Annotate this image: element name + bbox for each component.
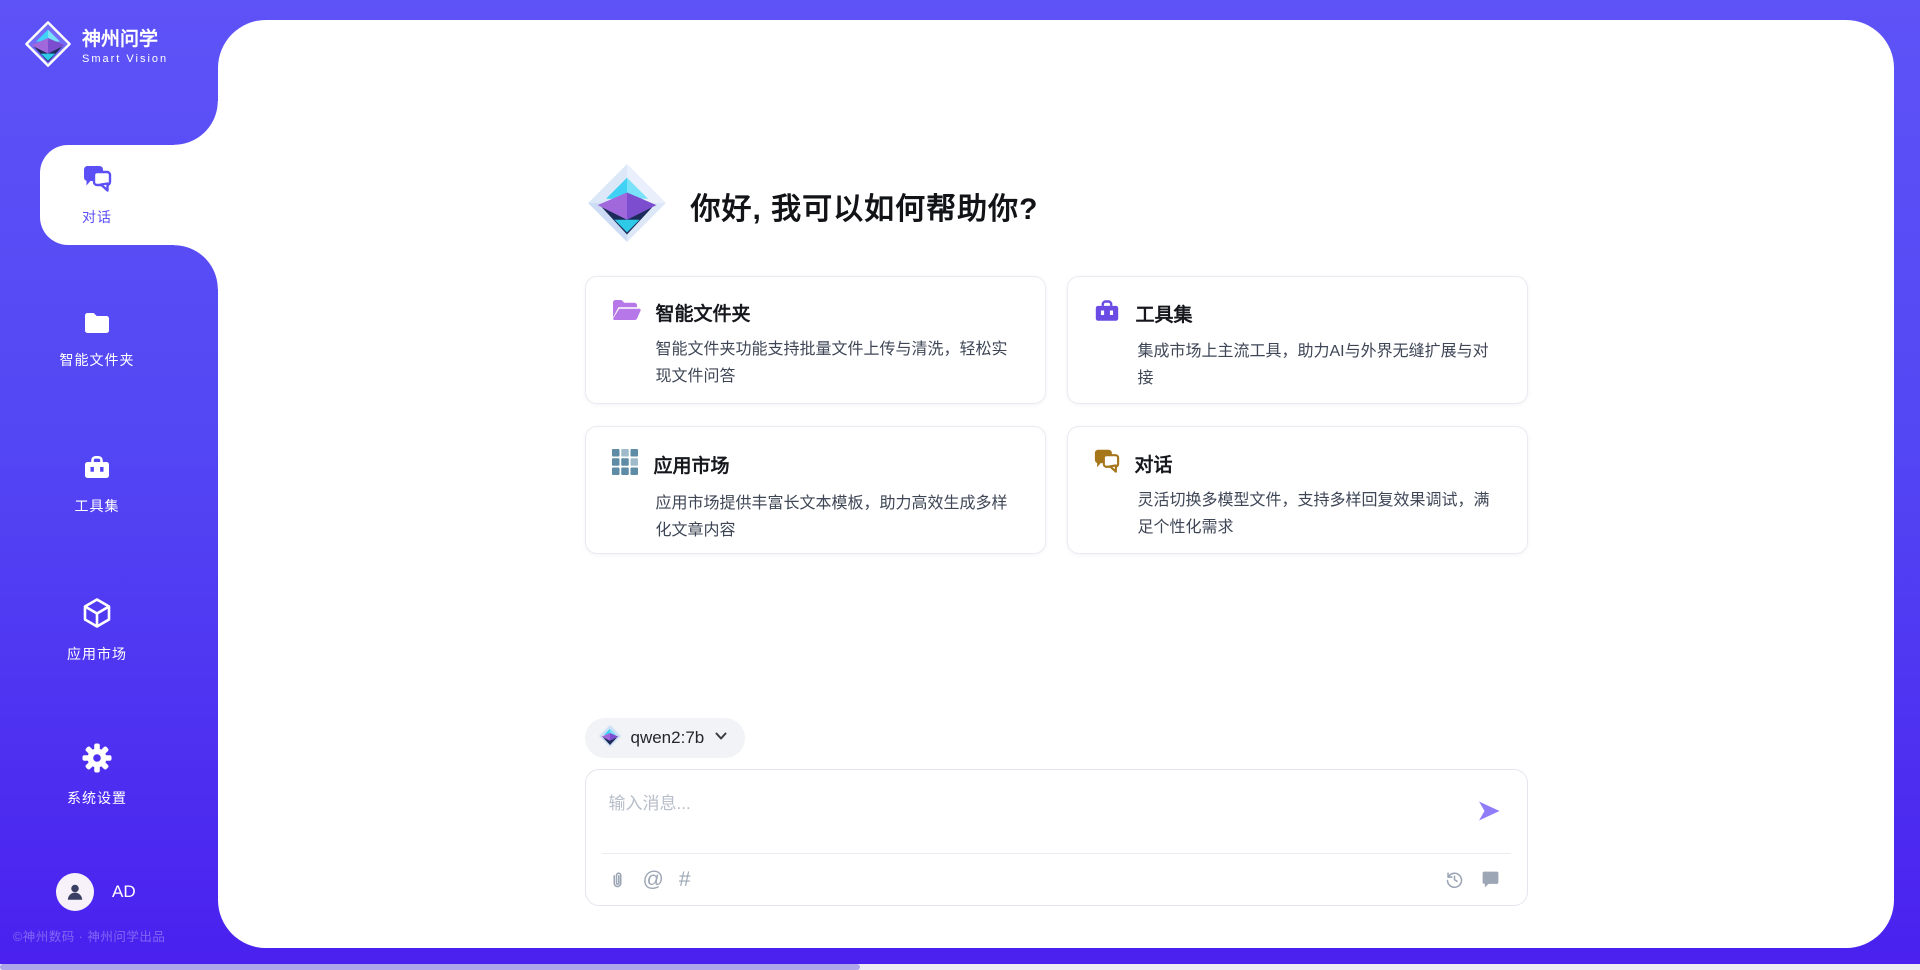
sidebar-item-smart-folder[interactable]: 智能文件夹 bbox=[0, 290, 218, 390]
hash-symbol: # bbox=[679, 869, 691, 890]
user-profile[interactable]: AD bbox=[56, 873, 136, 911]
history-button[interactable] bbox=[1444, 869, 1465, 890]
person-icon bbox=[64, 881, 86, 903]
card-title: 应用市场 bbox=[654, 451, 730, 478]
card-title: 对话 bbox=[1135, 450, 1173, 477]
feedback-button[interactable] bbox=[1480, 869, 1501, 890]
scrollbar-thumb[interactable] bbox=[0, 964, 860, 970]
sidebar-item-label: 应用市场 bbox=[67, 644, 127, 664]
composer-area: qwen2:7b bbox=[585, 718, 1528, 906]
feature-cards: 智能文件夹 智能文件夹功能支持批量文件上传与清洗，轻松实现文件问答 工具集 集成… bbox=[585, 276, 1528, 554]
logo-diamond-icon bbox=[585, 161, 669, 250]
toolbox-icon bbox=[1093, 298, 1121, 329]
greeting-title: 你好, 我可以如何帮助你? bbox=[691, 184, 1039, 228]
paperclip-icon bbox=[607, 869, 628, 891]
card-title: 工具集 bbox=[1136, 300, 1193, 327]
send-button[interactable] bbox=[1473, 795, 1505, 827]
sidebar-item-label: 智能文件夹 bbox=[60, 350, 135, 370]
mention-button[interactable]: @ bbox=[643, 869, 664, 890]
active-tab-background bbox=[40, 145, 218, 245]
brand-subtitle: Smart Vision bbox=[82, 53, 168, 65]
sidebar-footer: ©神州数码 · 神州问学出品 bbox=[13, 926, 223, 945]
main-panel: 你好, 我可以如何帮助你? 智能文件夹 智能文件夹功能支持批量文件上传与清洗，轻… bbox=[218, 20, 1894, 948]
model-name: qwen2:7b bbox=[631, 728, 705, 748]
card-chat[interactable]: 对话 灵活切换多模型文件，支持多样回复效果调试，满足个性化需求 bbox=[1067, 426, 1528, 554]
brand-name: 神州问学 bbox=[82, 29, 168, 51]
chat-icon bbox=[1093, 448, 1120, 478]
sidebar-item-label: 系统设置 bbox=[67, 788, 127, 808]
sidebar-item-label: 对话 bbox=[82, 207, 112, 227]
chat-bubble-icon bbox=[1480, 869, 1501, 890]
message-composer: @ # bbox=[585, 769, 1528, 906]
sidebar-item-toolbox[interactable]: 工具集 bbox=[0, 435, 218, 535]
message-input[interactable] bbox=[586, 770, 1527, 848]
model-selector[interactable]: qwen2:7b bbox=[585, 718, 746, 758]
composer-toolbar: @ # bbox=[586, 854, 1527, 905]
card-description: 灵活切换多模型文件，支持多样回复效果调试，满足个性化需求 bbox=[1138, 487, 1490, 541]
at-symbol: @ bbox=[643, 869, 664, 890]
greeting: 你好, 我可以如何帮助你? bbox=[585, 161, 1039, 250]
user-name: AD bbox=[112, 882, 136, 902]
grid-icon bbox=[611, 448, 639, 481]
send-icon bbox=[1476, 798, 1502, 824]
history-icon bbox=[1444, 869, 1465, 890]
sidebar-item-label: 工具集 bbox=[75, 496, 120, 516]
gear-icon bbox=[82, 743, 112, 778]
sidebar-item-app-market[interactable]: 应用市场 bbox=[0, 580, 218, 680]
sidebar-item-chat[interactable]: 对话 bbox=[0, 145, 218, 245]
card-description: 智能文件夹功能支持批量文件上传与清洗，轻松实现文件问答 bbox=[656, 336, 1008, 390]
toolbox-icon bbox=[82, 454, 112, 486]
cube-icon bbox=[82, 597, 112, 634]
card-title: 智能文件夹 bbox=[656, 299, 751, 326]
sidebar-item-settings[interactable]: 系统设置 bbox=[0, 725, 218, 825]
topic-button[interactable]: # bbox=[679, 869, 691, 890]
sidebar: 神州问学 Smart Vision 对话 智能文件夹 bbox=[0, 0, 218, 970]
avatar bbox=[56, 873, 94, 911]
card-smart-folder[interactable]: 智能文件夹 智能文件夹功能支持批量文件上传与清洗，轻松实现文件问答 bbox=[585, 276, 1046, 404]
card-description: 应用市场提供丰富长文本模板，助力高效生成多样化文章内容 bbox=[656, 490, 1008, 544]
folder-open-icon bbox=[611, 298, 641, 327]
folder-icon bbox=[83, 311, 111, 340]
attach-file-button[interactable] bbox=[607, 869, 628, 891]
brand: 神州问学 Smart Vision bbox=[24, 20, 168, 73]
brand-logo-diamond-icon bbox=[24, 20, 72, 73]
chat-icon bbox=[82, 164, 112, 197]
logo-diamond-icon bbox=[598, 724, 622, 753]
chevron-down-icon bbox=[713, 728, 729, 749]
card-app-market[interactable]: 应用市场 应用市场提供丰富长文本模板，助力高效生成多样化文章内容 bbox=[585, 426, 1046, 554]
card-toolbox[interactable]: 工具集 集成市场上主流工具，助力AI与外界无缝扩展与对接 bbox=[1067, 276, 1528, 404]
card-description: 集成市场上主流工具，助力AI与外界无缝扩展与对接 bbox=[1138, 338, 1490, 392]
horizontal-scrollbar[interactable] bbox=[0, 964, 1920, 970]
